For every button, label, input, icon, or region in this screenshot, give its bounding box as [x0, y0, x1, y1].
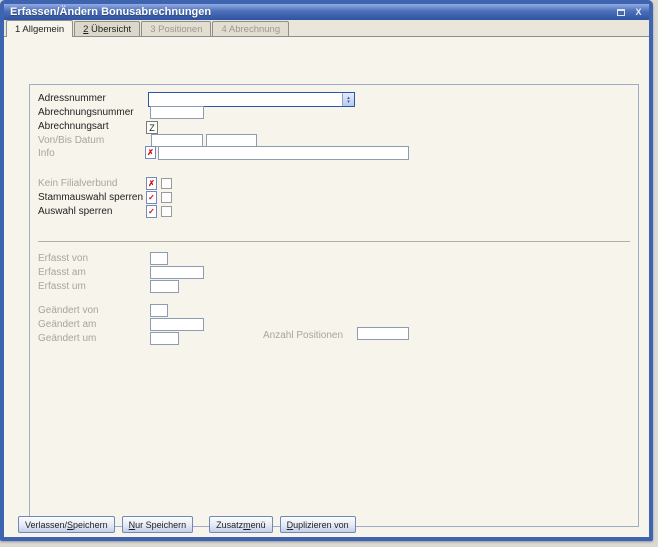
restore-glyph: [617, 9, 625, 16]
abrechnungsnummer-input[interactable]: [150, 106, 204, 119]
btn-text: peichern: [73, 520, 108, 530]
stammauswahl-doc-check-icon[interactable]: ✓: [146, 191, 157, 204]
kein-filialverbund-checkbox[interactable]: [161, 178, 172, 189]
geaendert-am-label: Geändert am: [38, 319, 96, 331]
footer-button-bar: Verlassen/Speichern Nur Speichern Zusatz…: [18, 516, 356, 533]
duplizieren-von-button[interactable]: Duplizieren von: [280, 516, 356, 533]
tab-uebersicht-label: Übersicht: [88, 24, 131, 35]
info-input[interactable]: [158, 146, 409, 160]
titlebar-buttons: X: [614, 6, 645, 18]
stammauswahl-sperren-label: Stammauswahl sperren: [38, 192, 143, 204]
geaendert-von-label: Geändert von: [38, 305, 99, 317]
restore-icon[interactable]: [614, 6, 627, 18]
btn-text: Verlassen/: [25, 520, 67, 530]
check-mark-icon: ✓: [148, 207, 155, 216]
auswahl-sperren-checkbox[interactable]: [161, 206, 172, 217]
geaendert-um-input[interactable]: [150, 332, 179, 345]
info-clear-icon[interactable]: ✗: [145, 146, 156, 159]
erfasst-von-input[interactable]: [150, 252, 168, 265]
check-mark-icon: ✓: [148, 193, 155, 202]
erfasst-am-label: Erfasst am: [38, 267, 86, 279]
btn-text: ur Speichern: [135, 520, 186, 530]
erfasst-um-label: Erfasst um: [38, 281, 86, 293]
titlebar[interactable]: Erfassen/Ändern Bonusabrechnungen X: [4, 4, 649, 20]
geaendert-von-input[interactable]: [150, 304, 168, 317]
zusatzmenue-button[interactable]: Zusatzmenü: [209, 516, 273, 533]
cross-mark-icon: ✗: [148, 179, 155, 188]
erfasst-um-input[interactable]: [150, 280, 179, 293]
spin-down-icon: ▾: [347, 100, 350, 104]
nur-speichern-button[interactable]: Nur Speichern: [122, 516, 194, 533]
geaendert-um-label: Geändert um: [38, 333, 96, 345]
erfasst-am-input[interactable]: [150, 266, 204, 279]
close-x-glyph: X: [635, 7, 641, 17]
auswahl-sperren-label: Auswahl sperren: [38, 206, 112, 218]
kein-filialverbund-label: Kein Filialverbund: [38, 178, 118, 190]
close-icon[interactable]: X: [632, 6, 645, 18]
tab-uebersicht[interactable]: 2 Übersicht: [74, 21, 140, 36]
stammauswahl-sperren-checkbox[interactable]: [161, 192, 172, 203]
tab-positionen: 3 Positionen: [141, 21, 211, 36]
erfasst-von-label: Erfasst von: [38, 253, 88, 265]
adressnummer-combobox[interactable]: ▴ ▾: [148, 92, 355, 107]
btn-text: uplizieren von: [293, 520, 349, 530]
spinner-icon[interactable]: ▴ ▾: [342, 93, 354, 106]
abrechnungsart-label: Abrechnungsart: [38, 121, 109, 133]
section-divider: [38, 241, 630, 242]
adressnummer-label: Adressnummer: [38, 93, 106, 105]
kein-filialverbund-doc-cross-icon[interactable]: ✗: [146, 177, 157, 190]
tab-allgemein[interactable]: 1 Allgemein: [6, 20, 73, 37]
tab-bar: 1 Allgemein 2 Übersicht 3 Positionen 4 A…: [4, 20, 649, 37]
abrechnungsnummer-label: Abrechnungsnummer: [38, 107, 134, 119]
adressnummer-value: [149, 93, 342, 106]
tab-abrechnung: 4 Abrechnung: [212, 21, 289, 36]
abrechnungsart-field[interactable]: Z: [146, 121, 158, 134]
form-groupbox: Adressnummer ▴ ▾ Abrechnungsnummer Abrec…: [29, 84, 639, 527]
auswahl-doc-check-icon[interactable]: ✓: [146, 205, 157, 218]
von-bis-datum-label: Von/Bis Datum: [38, 135, 104, 147]
window-title: Erfassen/Ändern Bonusabrechnungen: [4, 6, 211, 18]
btn-text: Zusatz: [216, 520, 243, 530]
anzahl-positionen-label: Anzahl Positionen: [263, 330, 343, 342]
tab-page-allgemein: Adressnummer ▴ ▾ Abrechnungsnummer Abrec…: [4, 37, 649, 537]
anzahl-positionen-input[interactable]: [357, 327, 409, 340]
btn-mnemonic: m: [243, 520, 251, 530]
info-label: Info: [38, 148, 55, 160]
btn-text: enü: [251, 520, 266, 530]
verlassen-speichern-button[interactable]: Verlassen/Speichern: [18, 516, 115, 533]
cross-mark-icon: ✗: [147, 148, 154, 157]
geaendert-am-input[interactable]: [150, 318, 204, 331]
